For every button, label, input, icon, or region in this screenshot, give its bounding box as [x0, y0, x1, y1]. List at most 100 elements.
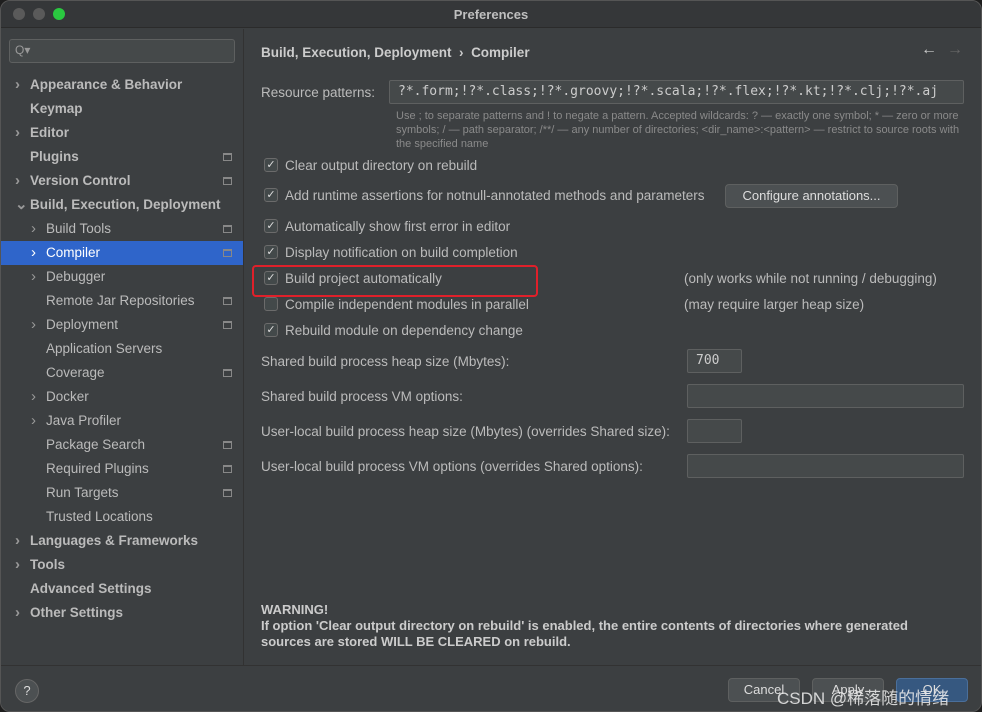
checkbox[interactable]: [264, 297, 278, 311]
sidebar-item[interactable]: › Deployment: [1, 313, 243, 337]
sidebar-item[interactable]: Keymap: [1, 97, 243, 121]
back-arrow-icon[interactable]: ←: [921, 41, 937, 58]
chevron-right-icon[interactable]: ›: [31, 217, 36, 241]
window-title: Preferences: [453, 7, 529, 22]
sidebar-item-label: Debugger: [46, 269, 106, 284]
checkbox[interactable]: ✓: [264, 188, 278, 202]
chevron-right-icon[interactable]: ›: [31, 313, 36, 337]
chevron-down-icon[interactable]: ⌄: [15, 193, 28, 217]
chevron-right-icon[interactable]: ›: [15, 169, 20, 193]
help-button[interactable]: ?: [15, 679, 39, 703]
checkbox-label: Add runtime assertions for notnull-annot…: [285, 187, 705, 203]
search-icon: Q▾: [15, 43, 31, 57]
sidebar-item[interactable]: › Other Settings: [1, 601, 243, 625]
project-level-icon: [223, 369, 232, 377]
project-level-icon: [223, 225, 232, 233]
sidebar-item[interactable]: › Java Profiler: [1, 409, 243, 433]
sidebar-item-label: Coverage: [46, 365, 105, 380]
sidebar-item-label: Compiler: [46, 245, 101, 260]
checkbox[interactable]: ✓: [264, 245, 278, 259]
sidebar-item-label: Application Servers: [46, 341, 163, 356]
sidebar-item-label: Tools: [30, 557, 65, 572]
user-heap-label: User-local build process heap size (Mbyt…: [261, 424, 670, 439]
checkbox-label: Rebuild module on dependency change: [285, 322, 523, 338]
sidebar-item[interactable]: Remote Jar Repositories: [1, 289, 243, 313]
chevron-right-icon[interactable]: ›: [15, 553, 20, 577]
chevron-right-icon[interactable]: ›: [15, 601, 20, 625]
sidebar-item-label: Plugins: [30, 149, 79, 164]
sidebar-item[interactable]: Package Search: [1, 433, 243, 457]
checkbox-row[interactable]: ✓ Automatically show first error in edito…: [264, 218, 510, 234]
project-level-icon: [223, 321, 232, 329]
checkbox-row[interactable]: ✓ Add runtime assertions for notnull-anno…: [264, 187, 705, 203]
chevron-right-icon[interactable]: ›: [15, 529, 20, 553]
sidebar-item-label: Advanced Settings: [30, 581, 152, 596]
checkbox-row[interactable]: ✓ Clear output directory on rebuild: [264, 157, 477, 173]
title-bar: Preferences: [1, 1, 981, 28]
sidebar-item-label: Java Profiler: [46, 413, 122, 428]
user-heap-input[interactable]: [687, 419, 742, 443]
chevron-right-icon[interactable]: ›: [31, 265, 36, 289]
user-vm-options-input[interactable]: [687, 454, 964, 478]
resource-patterns-input[interactable]: ?*.form;!?*.class;!?*.groovy;!?*.scala;!…: [389, 80, 964, 104]
sidebar-item[interactable]: ⌄ Build, Execution, Deployment: [1, 193, 243, 217]
forward-arrow-icon[interactable]: →: [947, 41, 963, 58]
sidebar-item-label: Build Tools: [46, 221, 112, 236]
sidebar-item-label: Docker: [46, 389, 89, 404]
sidebar-item[interactable]: Run Targets: [1, 481, 243, 505]
close-window-button[interactable]: [13, 8, 25, 20]
sidebar-item[interactable]: Advanced Settings: [1, 577, 243, 601]
sidebar-item[interactable]: Required Plugins: [1, 457, 243, 481]
checkbox-row[interactable]: Compile independent modules in parallel: [264, 296, 529, 312]
resource-patterns-label: Resource patterns:: [261, 85, 376, 100]
heap-input[interactable]: 700: [687, 349, 742, 373]
sidebar-item[interactable]: › Editor: [1, 121, 243, 145]
zoom-button[interactable]: [53, 8, 65, 20]
highlight-box: [252, 265, 538, 297]
heap-label: Shared build process heap size (Mbytes):: [261, 354, 510, 369]
chevron-right-icon[interactable]: ›: [15, 121, 20, 145]
sidebar-item[interactable]: › Tools: [1, 553, 243, 577]
sidebar-item[interactable]: › Docker: [1, 385, 243, 409]
sidebar-item-label: Remote Jar Repositories: [46, 293, 195, 308]
chevron-right-icon[interactable]: ›: [15, 73, 20, 97]
parallel-note: (may require larger heap size): [684, 297, 865, 312]
resource-hint: Use ; to separate patterns and ! to nega…: [396, 110, 960, 150]
sidebar-item[interactable]: › Appearance & Behavior: [1, 73, 243, 97]
chevron-right-icon[interactable]: ›: [31, 241, 36, 265]
sidebar-item[interactable]: › Version Control: [1, 169, 243, 193]
sidebar-item[interactable]: › Debugger: [1, 265, 243, 289]
sidebar-item[interactable]: Trusted Locations: [1, 505, 243, 529]
user-vm-label: User-local build process VM options (ove…: [261, 459, 643, 474]
project-level-icon: [223, 489, 232, 497]
sidebar-item[interactable]: Plugins: [1, 145, 243, 169]
project-level-icon: [223, 153, 232, 161]
checkbox-row[interactable]: ✓ Rebuild module on dependency change: [264, 322, 523, 338]
sidebar-item-label: Required Plugins: [46, 461, 149, 476]
checkbox[interactable]: ✓: [264, 323, 278, 337]
chevron-right-icon[interactable]: ›: [31, 409, 36, 433]
checkbox[interactable]: ✓: [264, 158, 278, 172]
watermark: CSDN @稀落随的情绪: [777, 689, 950, 708]
sidebar-item[interactable]: Coverage: [1, 361, 243, 385]
chevron-right-icon[interactable]: ›: [31, 385, 36, 409]
configure-annotations-button[interactable]: Configure annotations...: [725, 184, 898, 208]
project-level-icon: [223, 297, 232, 305]
sidebar-item-label: Appearance & Behavior: [30, 77, 183, 92]
sidebar-item[interactable]: › Languages & Frameworks: [1, 529, 243, 553]
vm-label: Shared build process VM options:: [261, 389, 463, 404]
search-input[interactable]: Q▾: [9, 39, 235, 63]
sidebar-item-label: Trusted Locations: [46, 509, 153, 524]
sidebar-item[interactable]: Application Servers: [1, 337, 243, 361]
sidebar-item-label: Editor: [30, 125, 69, 140]
checkbox-label: Automatically show first error in editor: [285, 218, 511, 234]
sidebar-item-label: Keymap: [30, 101, 83, 116]
vm-options-input[interactable]: [687, 384, 964, 408]
sidebar-item[interactable]: › Compiler: [1, 241, 243, 265]
checkbox[interactable]: ✓: [264, 219, 278, 233]
sidebar-item[interactable]: › Build Tools: [1, 217, 243, 241]
footer: ? Cancel Apply OK CSDN @稀落随的情绪: [1, 665, 981, 711]
sidebar: Q▾ › Appearance & Behavior Keymap › Editor Pl…: [1, 29, 244, 665]
minimize-button[interactable]: [33, 8, 45, 20]
checkbox-row[interactable]: ✓ Display notification on build completio…: [264, 244, 518, 260]
